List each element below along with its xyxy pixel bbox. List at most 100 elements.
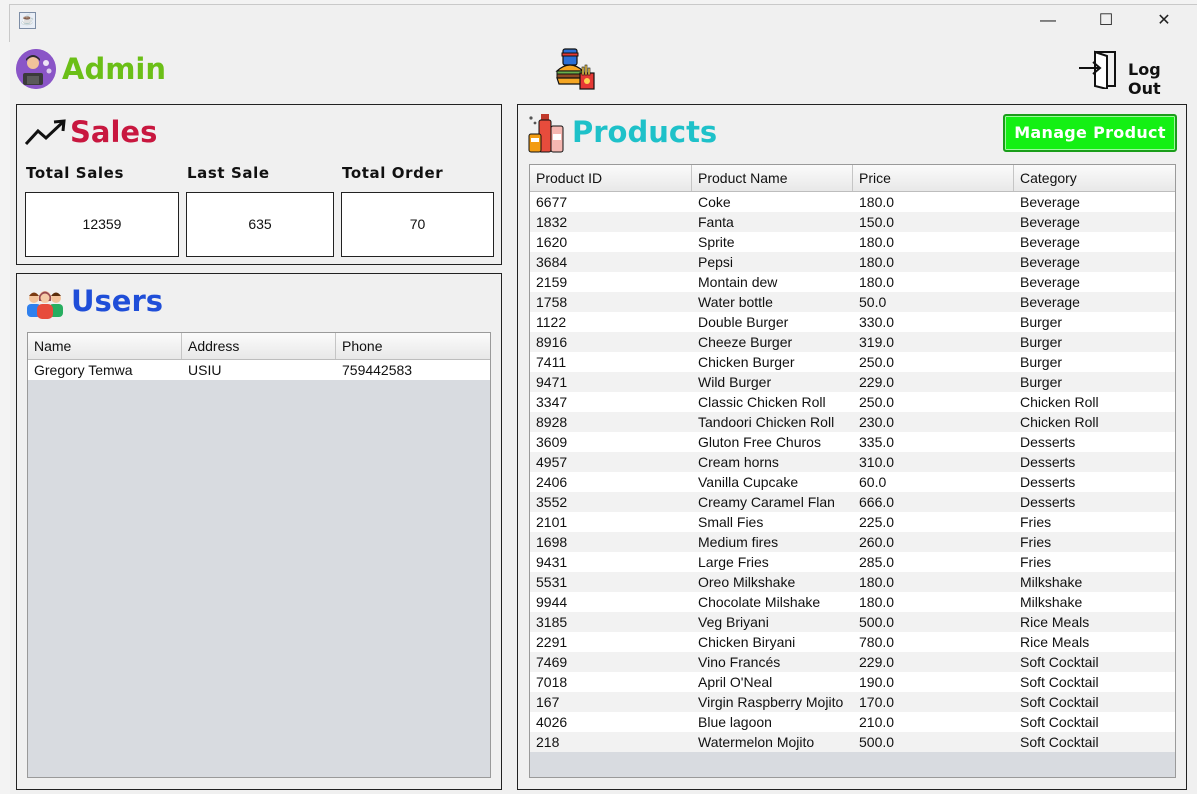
logout-button[interactable]: Log Out [1128,60,1197,98]
cell-category: Burger [1020,374,1063,390]
table-row[interactable]: 3684 Pepsi 180.0 Beverage [530,252,1175,272]
table-row[interactable]: 3347 Classic Chicken Roll 250.0 Chicken Rol… [530,392,1175,412]
cell-product-id: 7469 [536,654,568,670]
cell-product-name: Water bottle [698,294,773,310]
table-row[interactable]: 2159 Montain dew 180.0 Beverage [530,272,1175,292]
cell-product-name: Double Burger [698,314,789,330]
table-row[interactable]: 9471 Wild Burger 229.0 Burger [530,372,1175,392]
column-header-phone[interactable]: Phone [336,333,490,359]
cell-price: 150.0 [859,214,895,230]
cell-product-id: 3609 [536,434,568,450]
table-row[interactable]: 7469 Vino Francés 229.0 Soft Cocktail [530,652,1175,672]
table-row[interactable]: 9944 Chocolate Milshake 180.0 Milkshake [530,592,1175,612]
table-row[interactable]: 4026 Blue lagoon 210.0 Soft Cocktail [530,712,1175,732]
cell-category: Burger [1020,314,1063,330]
table-row[interactable]: 3552 Creamy Caramel Flan 666.0 Desserts [530,492,1175,512]
column-header-price[interactable]: Price [853,165,1014,191]
cell-product-name: Wild Burger [698,374,772,390]
table-row[interactable]: 4957 Cream horns 310.0 Desserts [530,452,1175,472]
logout-icon[interactable] [1078,49,1120,91]
products-icon [527,112,567,154]
cell-price: 229.0 [859,654,895,670]
cell-product-id: 3552 [536,494,568,510]
table-row[interactable]: 2101 Small Fies 225.0 Fries [530,512,1175,532]
cell-price: 180.0 [859,594,895,610]
table-row[interactable]: 7018 April O'Neal 190.0 Soft Cocktail [530,672,1175,692]
cell-product-id: 6677 [536,194,568,210]
minimize-button[interactable]: — [1034,10,1062,32]
cell-category: Rice Meals [1020,634,1090,650]
cell-price: 180.0 [859,574,895,590]
cell-category: Beverage [1020,254,1080,270]
total-order-value: 70 [341,192,494,257]
table-row[interactable]: 167 Virgin Raspberry Mojito 170.0 Soft Cock… [530,692,1175,712]
table-row[interactable]: 218 Watermelon Mojito 500.0 Soft Cocktail [530,732,1175,752]
cell-product-name: April O'Neal [698,674,773,690]
users-heading: Users [71,284,164,318]
cell-category: Beverage [1020,274,1080,290]
table-row[interactable]: Gregory Temwa USIU 759442583 [28,360,490,380]
cell-category: Soft Cocktail [1020,694,1099,710]
table-row[interactable]: 9431 Large Fries 285.0 Fries [530,552,1175,572]
cell-product-id: 1620 [536,234,568,250]
table-row[interactable]: 1832 Fanta 150.0 Beverage [530,212,1175,232]
cell-product-name: Chocolate Milshake [698,594,821,610]
cell-product-name: Blue lagoon [698,714,772,730]
table-row[interactable]: 1620 Sprite 180.0 Beverage [530,232,1175,252]
cell-product-id: 218 [536,734,560,750]
cell-address: USIU [188,362,222,378]
admin-avatar-icon [16,49,56,89]
cell-price: 180.0 [859,234,895,250]
table-row[interactable]: 5531 Oreo Milkshake 180.0 Milkshake [530,572,1175,592]
manage-product-button[interactable]: Manage Product [1003,114,1177,152]
column-header-product-id[interactable]: Product ID [530,165,692,191]
table-row[interactable]: 7411 Chicken Burger 250.0 Burger [530,352,1175,372]
table-row[interactable]: 6677 Coke 180.0 Beverage [530,192,1175,212]
total-sales-value: 12359 [25,192,179,257]
cell-product-id: 2406 [536,474,568,490]
cell-category: Soft Cocktail [1020,674,1099,690]
table-row[interactable]: 3609 Gluton Free Churos 335.0 Desserts [530,432,1175,452]
cell-product-id: 5531 [536,574,568,590]
cell-category: Milkshake [1020,594,1083,610]
column-header-product-name[interactable]: Product Name [692,165,853,191]
cell-price: 780.0 [859,634,895,650]
cell-price: 190.0 [859,674,895,690]
close-button[interactable]: ✕ [1150,10,1178,32]
cell-product-name: Coke [698,194,731,210]
table-row[interactable]: 3185 Veg Briyani 500.0 Rice Meals [530,612,1175,632]
table-row[interactable]: 2291 Chicken Biryani 780.0 Rice Meals [530,632,1175,652]
cell-price: 335.0 [859,434,895,450]
fast-food-logo-icon [554,47,596,91]
cell-product-id: 4957 [536,454,568,470]
table-row[interactable]: 1698 Medium fires 260.0 Fries [530,532,1175,552]
cell-phone: 759442583 [342,362,413,378]
table-row[interactable]: 1122 Double Burger 330.0 Burger [530,312,1175,332]
cell-price: 210.0 [859,714,895,730]
column-header-category[interactable]: Category [1014,165,1175,191]
cell-price: 310.0 [859,454,895,470]
cell-price: 285.0 [859,554,895,570]
column-header-name[interactable]: Name [28,333,182,359]
users-table[interactable]: Name Address Phone Gregory Temwa USIU 75… [27,332,491,778]
cell-product-name: Tandoori Chicken Roll [698,414,835,430]
cell-price: 500.0 [859,614,895,630]
cell-product-name: Vanilla Cupcake [698,474,799,490]
cell-product-id: 1698 [536,534,568,550]
cell-product-name: Medium fires [698,534,779,550]
cell-product-id: 2101 [536,514,568,530]
cell-price: 319.0 [859,334,895,350]
table-row[interactable]: 2406 Vanilla Cupcake 60.0 Desserts [530,472,1175,492]
table-row[interactable]: 8916 Cheeze Burger 319.0 Burger [530,332,1175,352]
total-sales-label: Total Sales [26,164,124,182]
cell-category: Burger [1020,334,1063,350]
products-table[interactable]: Product ID Product Name Price Category 6… [529,164,1176,778]
table-row[interactable]: 1758 Water bottle 50.0 Beverage [530,292,1175,312]
trending-up-icon [24,119,67,147]
column-header-address[interactable]: Address [182,333,336,359]
cell-product-id: 7411 [536,354,567,370]
maximize-button[interactable]: ☐ [1092,10,1120,32]
cell-product-id: 1832 [536,214,568,230]
table-row[interactable]: 8928 Tandoori Chicken Roll 230.0 Chicken Ro… [530,412,1175,432]
cell-category: Soft Cocktail [1020,654,1099,670]
